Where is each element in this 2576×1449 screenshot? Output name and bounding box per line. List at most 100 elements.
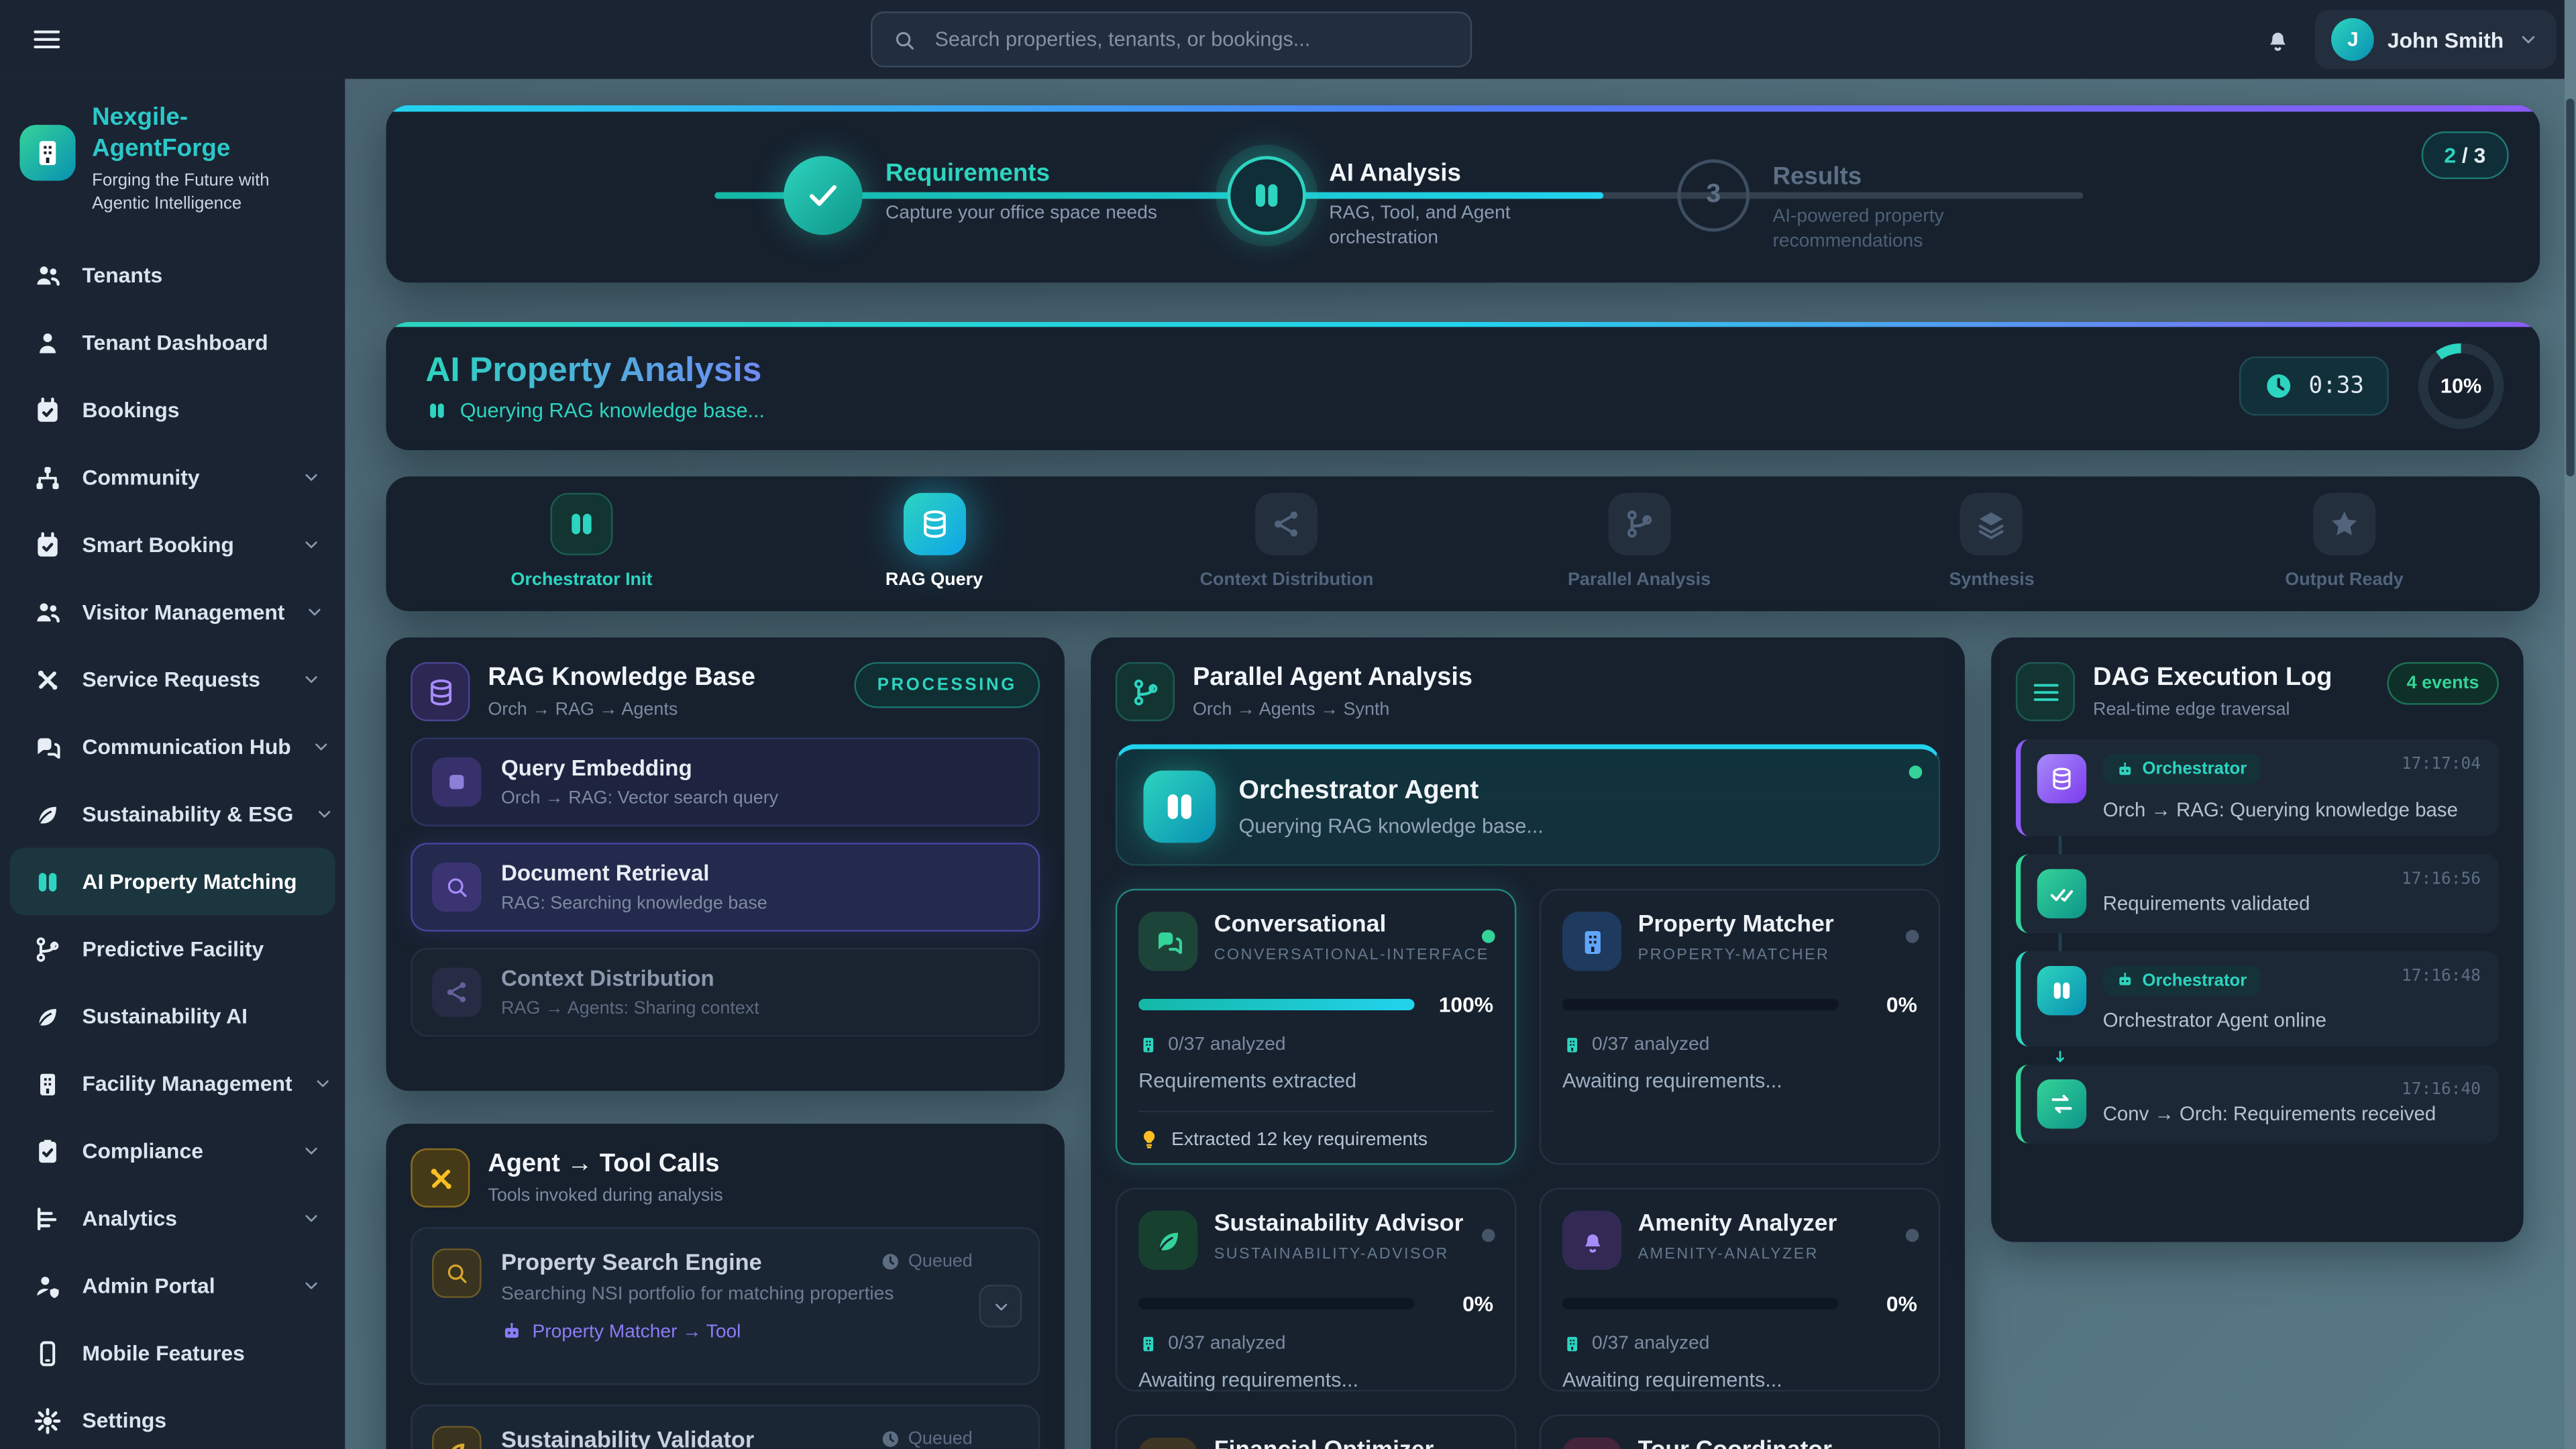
search-icon — [432, 863, 481, 912]
stage-context-distribution[interactable]: Context Distribution — [1163, 493, 1409, 611]
sidebar-item-label: Sustainability & ESG — [82, 802, 293, 826]
card-title: Parallel Agent Analysis — [1193, 662, 1472, 694]
rag-step-query-embedding[interactable]: Query EmbeddingOrch → RAG: Vector search… — [411, 738, 1040, 826]
agent-card-sustainability-advisor[interactable]: Sustainability Advisor SUSTAINABILITY-ADV… — [1116, 1188, 1517, 1392]
building-icon — [1562, 1334, 1582, 1354]
step-results[interactable]: 3 Results AI-powered property recommenda… — [1677, 160, 2035, 255]
stage-rag-query[interactable]: RAG Query — [811, 493, 1057, 611]
expand-tool-button[interactable] — [979, 1285, 1022, 1328]
stage-label: RAG Query — [885, 570, 983, 590]
sidebar-item-analytics[interactable]: Analytics — [0, 1185, 345, 1252]
sidebar-item-label: Service Requests — [82, 667, 280, 692]
sidebar-item-visitor-management[interactable]: Visitor Management — [0, 578, 345, 645]
building-icon — [1562, 1035, 1582, 1055]
tools-icon — [411, 1148, 470, 1208]
rag-step-title: Context Distribution — [501, 966, 759, 992]
sidebar-item-sustainability-esg[interactable]: Sustainability & ESG — [0, 780, 345, 847]
sidebar-item-community[interactable]: Community — [0, 443, 345, 511]
leaf-icon — [432, 1426, 481, 1449]
stage-label: Context Distribution — [1200, 570, 1374, 590]
clipboard-check-icon — [33, 1136, 62, 1165]
status-dot — [1482, 1229, 1495, 1242]
sidebar-item-ai-property-matching[interactable]: AI Property Matching — [10, 848, 335, 915]
agent-card-financial-optimizer[interactable]: Financial Optimizer — [1116, 1415, 1517, 1449]
rag-step-document-retrieval[interactable]: Document RetrievalRAG: Searching knowled… — [411, 843, 1040, 931]
step-ai-analysis[interactable]: AI Analysis RAG, Tool, and Agent orchest… — [1227, 156, 1592, 252]
sidebar-item-label: Compliance — [82, 1138, 280, 1163]
agent-card-property-matcher[interactable]: Property MatcherPROPERTY-MATCHER 0% 0/37… — [1540, 889, 1941, 1165]
log-message: Orchestrator Agent online — [2103, 1009, 2326, 1032]
agent-percent: 0% — [1431, 1291, 1493, 1316]
agent-name: Sustainability Advisor — [1214, 1211, 1464, 1237]
log-timestamp: 17:16:56 — [2402, 870, 2481, 888]
step-requirements[interactable]: Requirements Capture your office space n… — [784, 156, 1157, 235]
agent-card-conversational[interactable]: ConversationalCONVERSATIONAL-INTERFACE 1… — [1116, 889, 1517, 1165]
log-message: Orch → RAG: Querying knowledge base — [2103, 798, 2458, 820]
tool-sustainability-validator: Sustainability Validator Checking BREEAM… — [411, 1405, 1040, 1449]
log-event: Orchestrator Orchestrator Agent online 1… — [2016, 951, 2499, 1046]
robot-icon — [2116, 760, 2134, 778]
agent-name: Property Matcher — [1638, 912, 1834, 938]
sidebar-item-communication-hub[interactable]: Communication Hub — [0, 713, 345, 780]
stage-label: Output Ready — [2285, 570, 2404, 590]
step-upcoming-circle: 3 — [1677, 160, 1750, 232]
agent-status: Awaiting requirements... — [1138, 1368, 1493, 1391]
rag-step-context-distribution[interactable]: Context DistributionRAG → Agents: Sharin… — [411, 948, 1040, 1036]
database-icon — [903, 493, 965, 555]
sidebar-item-settings[interactable]: Settings — [0, 1387, 345, 1449]
stage-parallel-analysis[interactable]: Parallel Analysis — [1516, 493, 1762, 611]
sidebar-item-admin-portal[interactable]: Admin Portal — [0, 1252, 345, 1319]
agent-code: AMENITY-ANALYZER — [1638, 1245, 1837, 1263]
sidebar-item-service-requests[interactable]: Service Requests — [0, 645, 345, 712]
chevron-down-icon — [2517, 28, 2540, 51]
sidebar-item-tenants[interactable]: Tenants — [0, 241, 345, 309]
stage-orchestrator-init[interactable]: Orchestrator Init — [458, 493, 704, 611]
sidebar-item-tenant-dashboard[interactable]: Tenant Dashboard — [0, 309, 345, 376]
agent-code: SUSTAINABILITY-ADVISOR — [1214, 1245, 1464, 1263]
stage-output-ready[interactable]: Output Ready — [2221, 493, 2467, 611]
brain-icon — [1143, 771, 1216, 843]
stage-synthesis[interactable]: Synthesis — [1868, 493, 2114, 611]
pipeline-stages: Orchestrator Init RAG Query Context Dist… — [386, 476, 2540, 611]
agent-progress-bar — [1562, 1298, 1838, 1309]
sidebar-item-facility-management[interactable]: Facility Management — [0, 1050, 345, 1117]
dag-execution-log-card: DAG Execution Log Real-time edge travers… — [1991, 637, 2523, 1242]
brain-icon — [33, 867, 62, 896]
agent-card-tour-coordinator[interactable]: Tour Coordinator — [1540, 1415, 1941, 1449]
layers-icon — [1961, 493, 2023, 555]
step-number: 3 — [1706, 180, 1721, 210]
agent-tag: Orchestrator — [2103, 965, 2260, 995]
agent-status: Awaiting requirements... — [1562, 1368, 1917, 1391]
clock-icon — [2264, 371, 2294, 400]
sidebar-item-predictive-facility[interactable]: Predictive Facility — [0, 915, 345, 982]
sidebar-item-label: Mobile Features — [82, 1340, 322, 1365]
chevron-down-icon — [301, 534, 322, 555]
user-menu[interactable]: J John Smith — [2315, 10, 2556, 69]
scrollbar-thumb[interactable] — [2566, 99, 2574, 476]
brand-tagline: Forging the Future with Agentic Intellig… — [92, 169, 325, 215]
bell-icon[interactable] — [2262, 23, 2294, 56]
card-subtitle: Real-time edge traversal — [2093, 700, 2332, 719]
step-active-circle — [1227, 156, 1306, 235]
chevron-down-icon — [301, 669, 322, 690]
agent-progress-bar — [1138, 999, 1414, 1010]
card-title: Agent → Tool Calls — [488, 1148, 722, 1180]
users-gear-icon — [33, 597, 62, 627]
scrollbar[interactable] — [2565, 0, 2576, 1449]
online-status-dot — [1909, 765, 1923, 779]
sidebar-item-smart-booking[interactable]: Smart Booking — [0, 511, 345, 578]
sidebar-nav: Tenants Tenant Dashboard Bookings Commun… — [0, 241, 345, 1449]
sidebar-item-mobile-features[interactable]: Mobile Features — [0, 1320, 345, 1387]
step-label: Requirements — [885, 160, 1157, 189]
sidebar-item-sustainability-ai[interactable]: Sustainability AI — [0, 982, 345, 1049]
sidebar-item-bookings[interactable]: Bookings — [0, 376, 345, 443]
share-icon — [1255, 493, 1318, 555]
search-input[interactable] — [932, 26, 1451, 52]
hamburger-icon[interactable] — [30, 23, 64, 56]
global-search[interactable] — [871, 11, 1472, 67]
agent-card-amenity-analyzer[interactable]: Amenity AnalyzerAMENITY-ANALYZER 0% 0/37… — [1540, 1188, 1941, 1392]
sidebar-item-compliance[interactable]: Compliance — [0, 1117, 345, 1184]
tool-agent-link[interactable]: Property Matcher → Tool — [501, 1321, 1018, 1342]
agent-progress-bar — [1138, 1298, 1414, 1309]
brand-name: Nexgile-AgentForge — [92, 102, 325, 164]
